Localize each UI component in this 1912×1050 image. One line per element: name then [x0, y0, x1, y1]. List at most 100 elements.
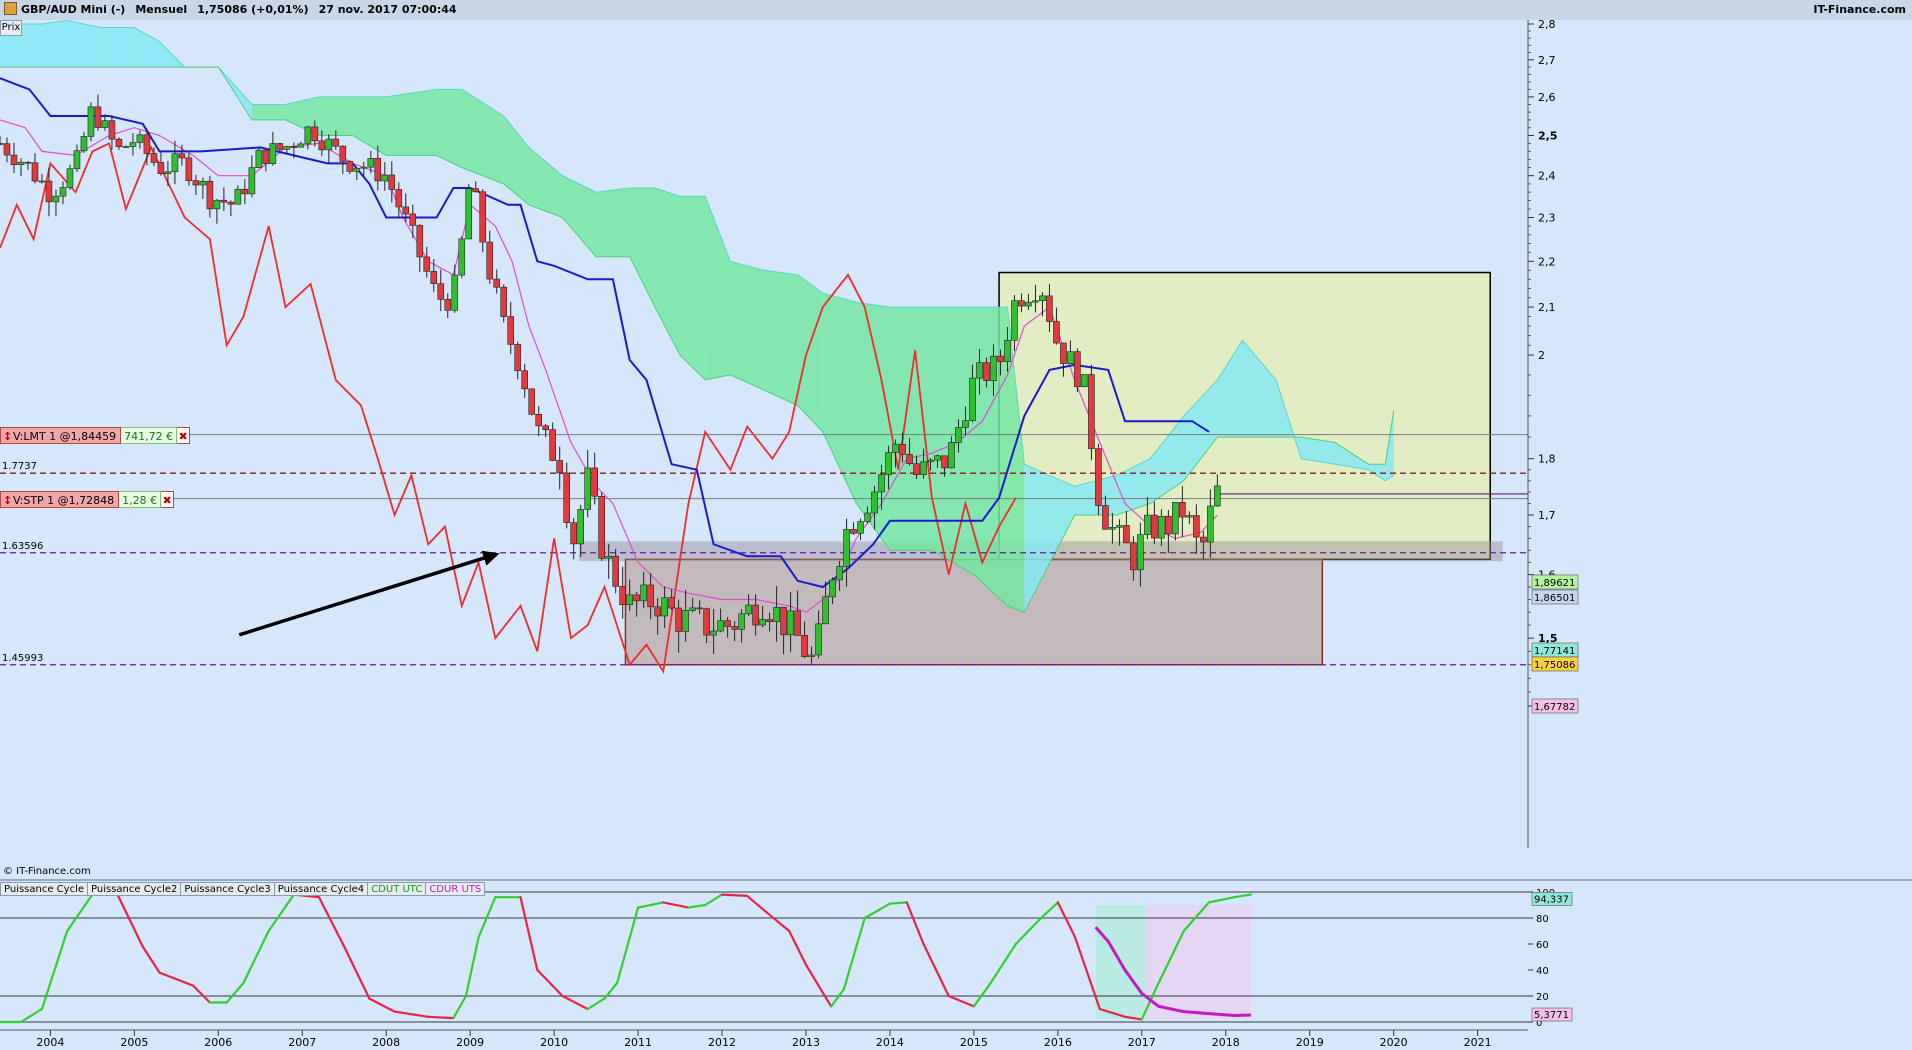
- candle-body: [808, 654, 815, 658]
- price-tag: 1,67782: [1531, 698, 1579, 714]
- time-axis: 2004 2005 2006 2007 2008 2009 2010 2011 2012 2013…: [0, 1029, 1912, 1050]
- kumo-segment: [67, 20, 101, 68]
- hline-price-label: 1.63596: [2, 540, 44, 552]
- price-tag-value: 1,67782: [1534, 702, 1575, 713]
- datetime-label: 27 nov. 2017 07:00:44: [318, 3, 457, 16]
- candle-body: [640, 584, 647, 602]
- candle-body: [1130, 542, 1137, 571]
- osc-tag-value: 5,3771: [1534, 1010, 1569, 1021]
- price-tick-label: 2,5: [1538, 130, 1558, 143]
- candle-body: [584, 467, 591, 510]
- candle-body: [1172, 502, 1179, 535]
- price-tick-label: 1,7: [1538, 509, 1556, 522]
- price-tag-value: 1,86501: [1534, 593, 1575, 604]
- candle-body: [626, 594, 633, 606]
- candle-body: [962, 420, 969, 428]
- price-tag: 1,86501: [1531, 589, 1579, 605]
- drag-handle-icon[interactable]: ↕: [3, 492, 13, 509]
- candle-body: [59, 187, 67, 197]
- order-ticket-0[interactable]: ↕V:LMT 1 @1,84459 741,72 € ✖: [0, 426, 191, 445]
- drag-handle-icon[interactable]: ↕: [3, 428, 13, 445]
- order-label[interactable]: ↕V:STP 1 @1,72848: [0, 490, 120, 509]
- kumo-segment: [973, 307, 1008, 606]
- osc-tab-5[interactable]: CDUR UTS: [425, 882, 486, 896]
- candle-body: [213, 199, 221, 210]
- candle-body: [388, 174, 396, 190]
- order-label[interactable]: ↕V:LMT 1 @1,84459: [0, 426, 122, 445]
- order-text: V:LMT 1 @1,84459: [13, 429, 117, 443]
- candle-body: [1137, 534, 1144, 571]
- price-tick-label: 2,1: [1538, 301, 1556, 314]
- symbol-label: GBP/AUD Mini (-): [21, 3, 126, 16]
- osc-shade-pink: [1146, 905, 1251, 1020]
- candle-body: [52, 195, 60, 203]
- candle-body: [556, 460, 564, 474]
- kumo-segment: [764, 270, 798, 406]
- price-tick-label: 2,6: [1538, 91, 1556, 104]
- kumo-segment: [931, 307, 974, 575]
- candle-body: [206, 180, 214, 210]
- candle-body: [969, 377, 976, 421]
- candle-body: [885, 452, 892, 476]
- time-tick-label: 2010: [540, 1036, 568, 1049]
- time-tick-label: 2004: [36, 1036, 64, 1049]
- candle-body: [1123, 525, 1130, 544]
- order-pnl: 1,28 €: [119, 490, 162, 508]
- candle-body: [318, 140, 326, 151]
- osc-tab-4[interactable]: CDUT UTC: [367, 882, 426, 896]
- candle-body: [143, 134, 151, 154]
- osc-tab-2[interactable]: Puissance Cycle3: [180, 882, 274, 896]
- time-tick-label: 2019: [1296, 1036, 1324, 1049]
- candle-body: [1144, 514, 1151, 535]
- osc-tab-3[interactable]: Puissance Cycle4: [273, 882, 368, 896]
- candle-body: [409, 213, 417, 226]
- candle-body: [633, 594, 640, 602]
- candle-body: [192, 180, 200, 186]
- price-tick-label: 2,3: [1538, 212, 1556, 225]
- price-tick-label: 2,7: [1538, 54, 1556, 67]
- candle-body: [654, 606, 661, 617]
- candle-body: [3, 143, 11, 156]
- candle: [598, 492, 605, 562]
- kumo-segment: [251, 104, 286, 120]
- period-label[interactable]: Mensuel: [135, 3, 187, 16]
- candle-body: [612, 555, 619, 587]
- candle-body: [675, 607, 682, 632]
- price-panel-label[interactable]: Prix: [0, 20, 22, 36]
- candle-body: [1053, 321, 1060, 344]
- time-tick-label: 2013: [792, 1036, 820, 1049]
- osc-tab-1[interactable]: Puissance Cycle2: [87, 882, 181, 896]
- candle-body: [1046, 295, 1053, 322]
- candle-body: [423, 256, 431, 272]
- candle-body: [458, 238, 466, 276]
- candle-body: [871, 491, 878, 514]
- copyright-label: © IT-Finance.com: [3, 866, 91, 877]
- candle-body: [297, 143, 305, 148]
- candle-body: [1102, 505, 1109, 530]
- candle-body: [80, 136, 88, 152]
- kumo-segment: [730, 261, 764, 391]
- candle-body: [395, 189, 403, 208]
- candle-body: [766, 619, 773, 622]
- candle-body: [752, 604, 759, 626]
- close-order-icon[interactable]: ✖: [177, 426, 191, 444]
- order-ticket-1[interactable]: ↕V:STP 1 @1,72848 1,28 € ✖: [0, 490, 175, 509]
- candle-body: [983, 362, 990, 381]
- candle-body: [31, 162, 39, 182]
- close-order-icon[interactable]: ✖: [161, 490, 175, 508]
- candle-body: [101, 120, 109, 128]
- oscillator-tabs: Puissance Cycle Puissance Cycle2 Puissance…: [0, 882, 486, 896]
- candle-body: [353, 167, 361, 172]
- candle-body: [794, 610, 801, 636]
- candle-body: [1004, 340, 1011, 363]
- candle-body: [591, 467, 598, 497]
- candle-body: [598, 495, 605, 559]
- candle-body: [45, 180, 53, 203]
- candle-body: [1018, 300, 1025, 307]
- osc-tab-0[interactable]: Puissance Cycle: [0, 882, 88, 896]
- time-tick-label: 2014: [876, 1036, 904, 1049]
- candle-body: [332, 138, 340, 147]
- kumo-segment: [596, 188, 630, 257]
- candle-body: [1088, 374, 1095, 449]
- candle: [1074, 348, 1081, 392]
